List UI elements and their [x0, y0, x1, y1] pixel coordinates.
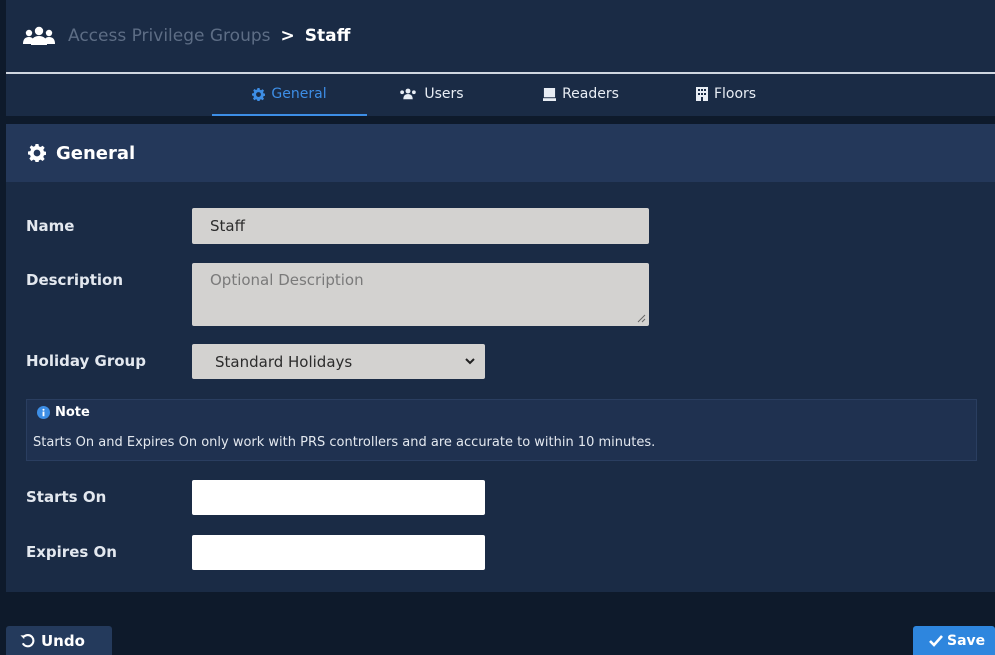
- expires-on-label: Expires On: [26, 543, 117, 561]
- holiday-group-label: Holiday Group: [26, 352, 146, 370]
- panel-header: General: [6, 124, 995, 182]
- note-title-text: Note: [55, 405, 90, 420]
- undo-label: Undo: [41, 631, 85, 650]
- tab-readers[interactable]: Readers: [521, 74, 641, 114]
- save-button[interactable]: Save: [913, 626, 995, 655]
- note-box: Note Starts On and Expires On only work …: [26, 399, 977, 461]
- tab-readers-label: Readers: [562, 86, 619, 102]
- breadcrumb-separator: >: [280, 26, 295, 46]
- breadcrumb-parent-link[interactable]: Access Privilege Groups: [68, 26, 271, 46]
- tab-general-label: General: [271, 86, 327, 102]
- description-placeholder: Optional Description: [210, 271, 364, 289]
- name-label: Name: [26, 217, 75, 235]
- holiday-group-select[interactable]: Standard Holidays: [192, 344, 485, 379]
- general-panel: General Name Description Optional Descri…: [6, 124, 995, 592]
- tab-bar: General Users Readers Floors: [6, 74, 995, 116]
- gear-icon: [28, 144, 46, 162]
- building-icon: [695, 87, 708, 101]
- note-title: Note: [37, 405, 90, 420]
- gear-icon: [252, 87, 266, 101]
- chevron-down-icon: [465, 358, 475, 365]
- check-icon: [929, 634, 943, 647]
- note-text: Starts On and Expires On only work with …: [33, 435, 656, 450]
- tab-general[interactable]: General: [212, 74, 367, 116]
- expires-on-field[interactable]: [192, 535, 485, 570]
- info-icon: [37, 406, 50, 419]
- resize-grip-icon[interactable]: [637, 314, 646, 323]
- tab-users[interactable]: Users: [381, 74, 481, 114]
- holiday-group-value: Standard Holidays: [215, 352, 353, 371]
- starts-on-label: Starts On: [26, 488, 107, 506]
- description-field[interactable]: Optional Description: [192, 263, 649, 326]
- users-icon: [400, 88, 417, 100]
- page-header: Access Privilege Groups > Staff: [6, 0, 995, 74]
- tab-floors-label: Floors: [713, 86, 757, 102]
- reader-icon: [543, 87, 557, 101]
- name-field[interactable]: [192, 208, 649, 244]
- save-label: Save: [947, 632, 986, 649]
- tab-floors[interactable]: Floors: [676, 74, 776, 114]
- users-icon: [23, 26, 55, 45]
- starts-on-field[interactable]: [192, 480, 485, 515]
- description-label: Description: [26, 271, 124, 289]
- panel-title: General: [56, 142, 136, 164]
- undo-icon: [20, 634, 35, 648]
- page-title: Staff: [304, 26, 351, 46]
- undo-button[interactable]: Undo: [6, 626, 112, 655]
- tab-users-label: Users: [424, 86, 464, 102]
